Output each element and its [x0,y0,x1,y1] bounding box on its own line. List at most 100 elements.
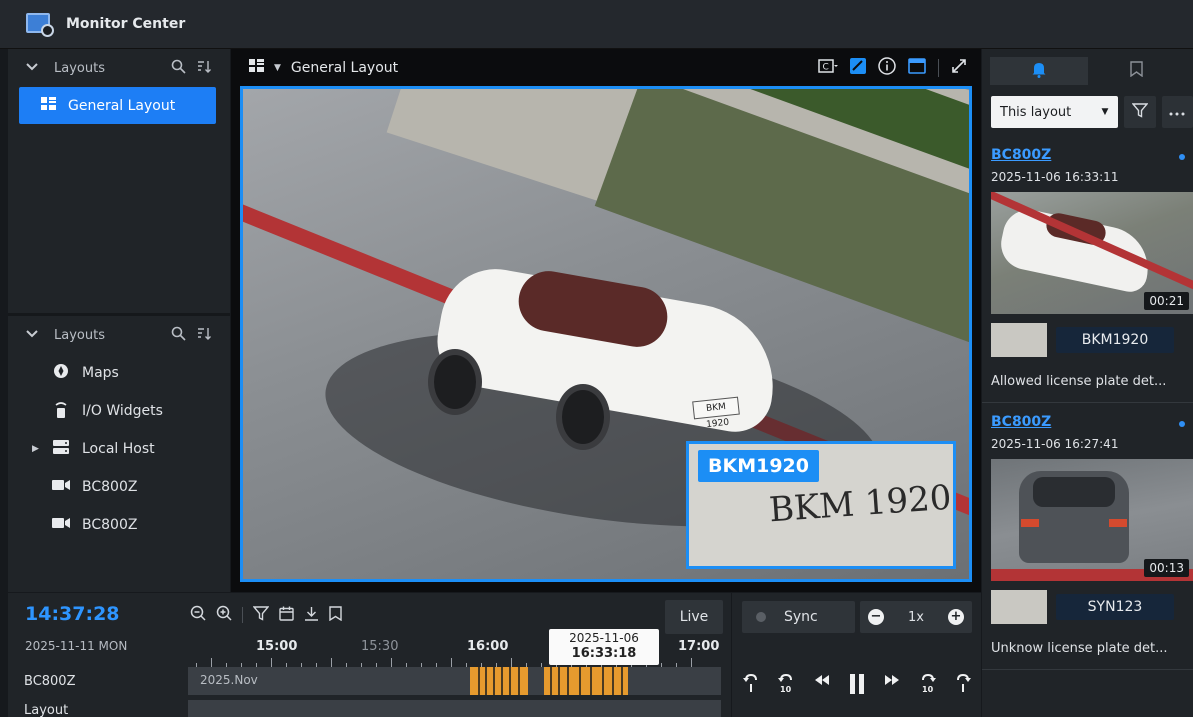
fast-forward-icon[interactable] [883,673,901,699]
plate-recognition-label: BKM1920 [698,450,819,482]
vehicle: BKM 1920 [428,249,788,450]
display-mode-icon[interactable]: C [818,59,838,77]
fullscreen-icon[interactable] [951,58,967,78]
bookmark-icon[interactable] [329,605,342,625]
current-date: 2025-11-11 MON [25,639,128,653]
more-options-button[interactable] [1161,96,1193,128]
timeline-tick: 16:00 [467,639,509,654]
sync-button[interactable]: Sync [742,601,855,633]
zoom-out-icon[interactable] [190,605,206,625]
download-icon[interactable] [304,606,319,625]
tab-notifications[interactable] [990,57,1088,85]
event-thumbnail[interactable]: 00:13 [991,459,1193,581]
ruler-tick [511,658,512,667]
unread-dot [1179,154,1185,160]
rewind-10-icon[interactable]: 10 [777,673,795,699]
timeline-panel: 14:37:28 2025-11-11 MON Live 15:00 15:30… [8,593,731,717]
recording-track[interactable]: 2025.Nov [188,667,721,695]
sort-icon[interactable] [196,59,212,78]
chevron-down-icon[interactable] [26,62,40,74]
search-icon[interactable] [171,326,186,345]
zoom-in-icon[interactable] [216,605,232,625]
timeline-cursor[interactable]: 2025-11-06 16:33:18 [549,629,659,665]
info-icon[interactable] [878,57,896,79]
camera-icon [52,479,70,495]
event-marker [621,667,623,695]
recording-segment[interactable] [544,667,628,695]
calendar-icon[interactable] [279,606,294,625]
tree-item-label: BC800Z [82,517,138,533]
event-marker [590,667,592,695]
fisheye-icon[interactable] [850,58,866,78]
cursor-date: 2025-11-06 [569,631,639,645]
sync-indicator [756,612,766,622]
chevron-down-icon[interactable] [26,329,40,341]
camera-video-view[interactable]: BKM 1920 BKM 1920 BKM1920 [240,86,972,582]
expand-arrow-icon[interactable]: ▶ [32,444,39,454]
event-marker [478,667,480,695]
tree-item-maps[interactable]: Maps [8,354,230,392]
event-thumbnail[interactable]: 00:21 [991,192,1193,314]
layout-item-general[interactable]: General Layout [19,87,216,124]
next-event-icon[interactable] [954,673,972,699]
event-camera-link[interactable]: BC800Z [991,147,1051,163]
layout-grid-icon[interactable] [249,59,264,76]
tree-item-label: I/O Widgets [82,403,163,419]
event-marker [579,667,581,695]
timeline-row-camera: BC800Z 2025.Nov [8,667,731,695]
sync-label: Sync [784,609,818,625]
filter-button[interactable] [1124,96,1156,128]
layout-track[interactable] [188,699,721,717]
svg-text:10: 10 [922,685,934,693]
event-separator [982,402,1193,403]
current-time: 14:37:28 [25,603,120,625]
forward-10-icon[interactable]: 10 [919,673,937,699]
event-marker [509,667,511,695]
filter-icon[interactable] [252,605,270,625]
layout-item-label: General Layout [68,97,176,114]
layout-dropdown-icon[interactable]: ▼ [274,63,281,73]
window-icon[interactable] [908,58,926,78]
layouts-tree-header[interactable]: Layouts [8,316,230,354]
speed-increase-button[interactable]: + [948,609,964,625]
timeline-tick: 17:00 [678,639,720,654]
timeline-row-label: Layout [24,702,69,717]
app-title: Monitor Center [66,16,186,32]
event-description: Unknow license plate det... [991,641,1168,656]
previous-event-icon[interactable] [742,673,760,699]
unread-dot [1179,421,1185,427]
svg-text:C: C [823,63,829,73]
pause-icon[interactable] [848,673,866,699]
timeline-tick: 15:00 [256,639,298,654]
layouts-section-header[interactable]: Layouts [8,49,230,87]
layout-filter-select[interactable]: This layout ▼ [991,96,1119,128]
tab-bookmarks[interactable] [1088,57,1186,85]
tree-item-io-widgets[interactable]: I/O Widgets [8,392,230,430]
live-button[interactable]: Live [665,600,723,634]
events-panel: This layout ▼ BC800Z 2025-11-06 16:33:11… [982,49,1193,717]
event-card[interactable]: BC800Z 2025-11-06 16:33:11 00:21 BKM1920… [982,145,1193,403]
sort-icon[interactable] [196,326,212,345]
toolbar-separator [938,59,939,77]
timeline-tick: 15:30 [361,639,399,654]
compass-icon [52,363,70,383]
event-card[interactable]: BC800Z 2025-11-06 16:27:41 00:13 SYN123 … [982,412,1193,670]
svg-text:10: 10 [780,685,792,693]
event-marker [518,667,520,695]
event-description: Allowed license plate det... [991,374,1167,389]
tree-item-local-host[interactable]: ▶ Local Host [8,430,230,468]
ruler-tick [391,658,392,667]
rewind-icon[interactable] [813,673,831,699]
speed-control: − 1x + [860,601,972,633]
search-icon[interactable] [171,59,186,78]
io-widget-icon [52,401,70,422]
ruler-tick [331,658,332,667]
event-duration: 00:13 [1144,559,1189,577]
speed-decrease-button[interactable]: − [868,609,884,625]
event-camera-link[interactable]: BC800Z [991,414,1051,430]
bookmark-icon [1130,61,1143,81]
tree-item-camera-1[interactable]: BC800Z [8,468,230,506]
tree-item-camera-2[interactable]: BC800Z [8,506,230,544]
ruler-tick [271,658,272,667]
chevron-down-icon: ▼ [1101,107,1109,117]
